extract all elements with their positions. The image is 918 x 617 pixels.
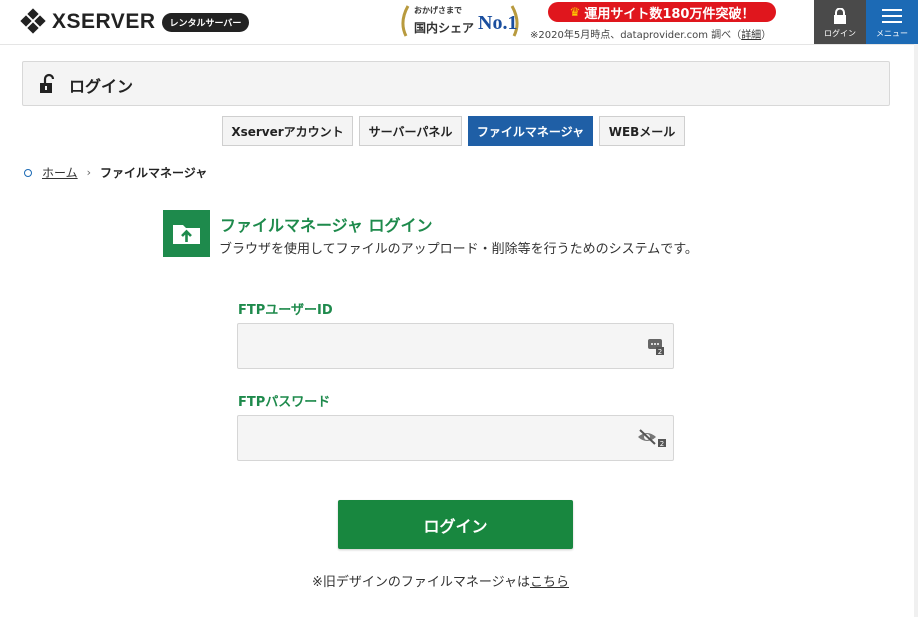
page-title: ログイン	[69, 77, 134, 96]
award-line1: おかげさまで	[414, 6, 462, 15]
svg-text:2: 2	[658, 348, 662, 355]
file-manager-description: ブラウザを使用してファイルのアップロード・削除等を行うためのシステムです。	[219, 242, 698, 257]
logo-text: XSERVER	[52, 10, 156, 33]
crown-icon: ♛	[569, 5, 581, 19]
xserver-logo[interactable]: XSERVER レンタルサーバー	[20, 8, 250, 36]
promo-note-text: ※2020年5月時点、dataprovider.com 調べ（	[530, 30, 742, 41]
ftp-user-input[interactable]	[238, 324, 642, 368]
folder-upload-icon	[173, 225, 200, 244]
password-manager-icon: 2	[648, 339, 664, 355]
award-line2: 国内シェア	[414, 21, 475, 35]
breadcrumb-home-link[interactable]: ホーム	[42, 164, 78, 181]
scrollbar-track[interactable]	[914, 44, 918, 617]
old-design-link[interactable]: こちら	[530, 575, 569, 590]
tab-server-panel[interactable]: サーバーパネル	[359, 116, 462, 146]
header-login-button[interactable]: ログイン	[814, 0, 866, 44]
site-header: XSERVER レンタルサーバー おかげさまで 国内シェア No.1 ♛ 運用サ…	[0, 0, 918, 45]
header-menu-button[interactable]: メニュー	[866, 0, 918, 44]
ftp-user-label: FTPユーザーID	[238, 303, 333, 318]
promo-note-suffix: ）	[761, 30, 772, 41]
page-title-bar: ログイン	[22, 61, 890, 106]
tab-file-manager[interactable]: ファイルマネージャ	[468, 116, 593, 146]
breadcrumb-separator-icon: ›	[86, 166, 92, 179]
service-tabs: Xserverアカウント サーバーパネル ファイルマネージャ WEBメール	[222, 116, 685, 146]
old-design-text: ※旧デザインのファイルマネージャは	[312, 575, 530, 590]
ftp-user-field[interactable]: 2	[237, 323, 674, 369]
breadcrumb: ホーム › ファイルマネージャ	[24, 164, 207, 181]
hamburger-icon	[882, 8, 902, 23]
share-award-badge: おかげさまで 国内シェア No.1	[398, 2, 522, 40]
header-menu-label: メニュー	[876, 28, 908, 38]
lock-icon	[834, 7, 846, 24]
eye-off-icon[interactable]: 2	[637, 429, 667, 447]
ftp-password-field[interactable]: 2	[237, 415, 674, 461]
tab-webmail[interactable]: WEBメール	[599, 116, 685, 146]
promo-note: ※2020年5月時点、dataprovider.com 調べ（詳細）	[530, 26, 771, 41]
file-manager-icon	[163, 210, 210, 257]
ftp-password-label: FTPパスワード	[238, 395, 331, 410]
svg-text:2: 2	[660, 440, 664, 447]
logo-badge: レンタルサーバー	[161, 12, 250, 32]
old-design-note: ※旧デザインのファイルマネージャはこちら	[312, 571, 569, 590]
file-manager-login-title: ファイルマネージャ ログイン	[220, 216, 433, 235]
breadcrumb-current: ファイルマネージャ	[100, 166, 208, 180]
tab-xserver-account[interactable]: Xserverアカウント	[222, 116, 353, 146]
breadcrumb-dot-icon	[24, 168, 32, 177]
header-login-label: ログイン	[824, 28, 856, 38]
promo-detail-link[interactable]: 詳細	[741, 30, 761, 41]
xserver-logo-icon	[20, 8, 46, 34]
login-button[interactable]: ログイン	[338, 500, 573, 549]
ftp-password-input[interactable]	[238, 416, 642, 460]
promo-text: 運用サイト数180万件突破！	[584, 6, 755, 22]
unlock-icon	[40, 73, 55, 93]
promo-banner: ♛ 運用サイト数180万件突破！	[548, 2, 776, 22]
award-no1: No.1	[478, 12, 518, 34]
